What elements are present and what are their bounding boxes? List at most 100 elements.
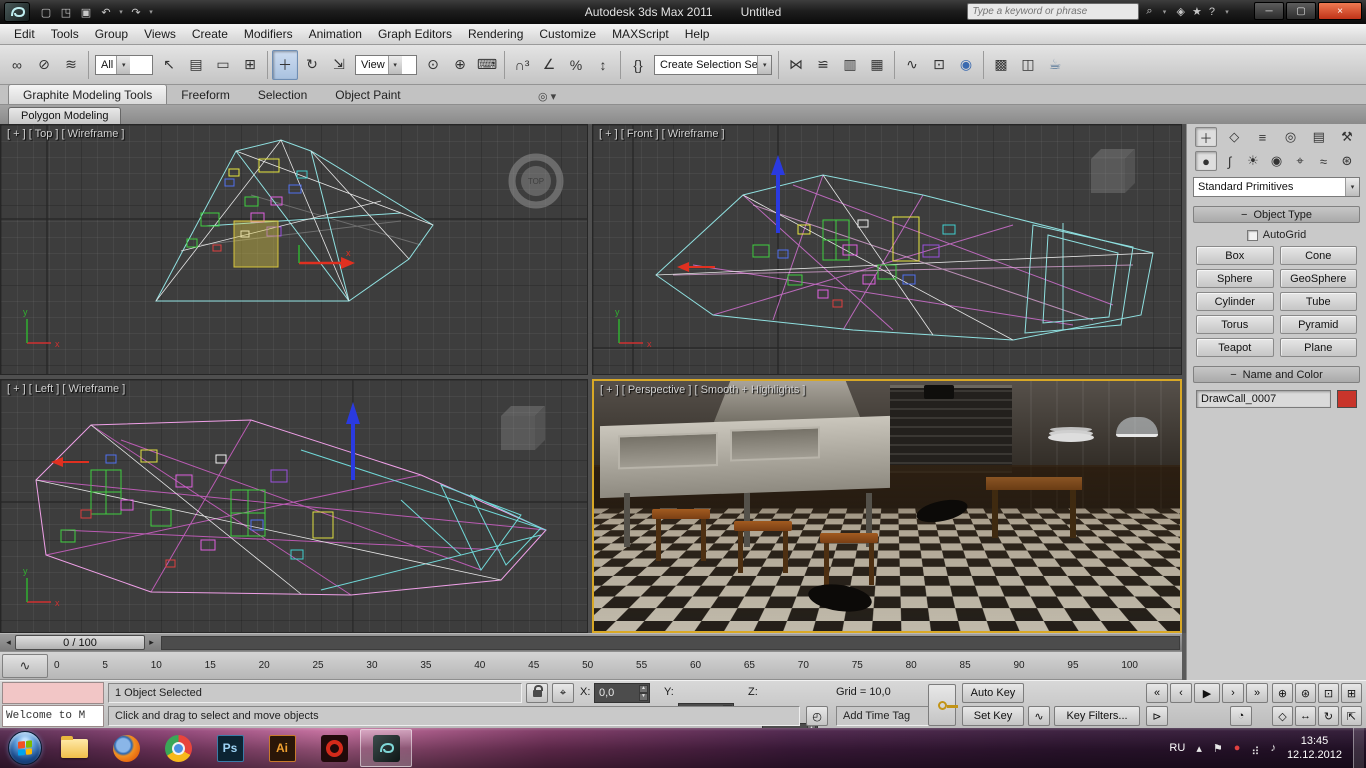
new-scene-button[interactable]: ▢ xyxy=(36,3,56,21)
viewcube-left[interactable] xyxy=(501,406,545,450)
select-and-manipulate-button[interactable]: ⊕ xyxy=(447,50,473,80)
time-slider-track[interactable] xyxy=(161,636,1180,650)
spinner-snap-button[interactable]: ↕ xyxy=(590,50,616,80)
maximize-viewport-toggle-button[interactable]: ⇱ xyxy=(1341,706,1362,726)
taskbar-illustrator[interactable]: Ai xyxy=(256,729,308,767)
object-type-button[interactable]: Sphere xyxy=(1196,269,1274,288)
time-tag-button[interactable]: ◴ xyxy=(806,706,828,726)
autogrid-checkbox[interactable] xyxy=(1247,230,1258,241)
display-tab[interactable]: ▤ xyxy=(1308,127,1330,147)
systems-category-button[interactable]: ⊛ xyxy=(1336,151,1358,171)
selection-lock-button[interactable] xyxy=(526,683,548,703)
lights-category-button[interactable]: ☀ xyxy=(1242,151,1264,171)
object-color-swatch[interactable] xyxy=(1337,390,1357,408)
object-type-button[interactable]: Cylinder xyxy=(1196,292,1274,311)
render-setup-button[interactable]: ▩ xyxy=(988,50,1014,80)
polygon-modeling-tab[interactable]: Polygon Modeling xyxy=(8,107,121,124)
create-tab[interactable]: ＋ xyxy=(1195,127,1217,147)
3dsmax-application-menu-button[interactable] xyxy=(4,2,30,22)
zoom-button[interactable]: ⊕ xyxy=(1272,683,1293,703)
viewport-left[interactable]: [ + ] [ Left ] [ Wireframe ] xyxy=(0,379,588,633)
minimize-button[interactable]: ─ xyxy=(1254,2,1284,20)
bind-to-space-warp-button[interactable]: ≋ xyxy=(58,50,84,80)
menu-item[interactable]: Rendering xyxy=(460,27,531,41)
select-and-scale-button[interactable]: ⇲ xyxy=(326,50,352,80)
use-pivot-point-center-button[interactable]: ⊙ xyxy=(420,50,446,80)
start-button[interactable] xyxy=(8,731,42,765)
zoom-all-button[interactable]: ⊛ xyxy=(1295,683,1316,703)
object-name-field[interactable]: DrawCall_0007 xyxy=(1196,390,1331,408)
redo-button[interactable]: ↷ xyxy=(126,3,146,21)
menu-item[interactable]: Animation xyxy=(301,27,370,41)
viewport-front[interactable]: [ + ] [ Front ] [ Wireframe ] xyxy=(592,124,1182,375)
selection-filter-dropdown[interactable]: All▾ xyxy=(95,55,153,75)
curve-editor-button[interactable]: ∿ xyxy=(899,50,925,80)
menu-item[interactable]: Create xyxy=(184,27,236,41)
menu-item[interactable]: Graph Editors xyxy=(370,27,460,41)
open-file-button[interactable]: ◳ xyxy=(56,3,76,21)
select-and-rotate-button[interactable]: ↻ xyxy=(299,50,325,80)
help-dropdown[interactable]: ▾ xyxy=(1222,8,1232,16)
viewport-top[interactable]: [ + ] [ Top ] [ Wireframe ] xyxy=(0,124,588,375)
menu-item[interactable]: Help xyxy=(677,27,718,41)
show-desktop-button[interactable] xyxy=(1353,728,1364,768)
object-type-button[interactable]: Cone xyxy=(1280,246,1358,265)
layer-manager-button[interactable]: ▥ xyxy=(837,50,863,80)
maximize-button[interactable]: ▢ xyxy=(1286,2,1316,20)
search-dropdown[interactable]: ▾ xyxy=(1160,8,1170,16)
search-icon[interactable]: ⌕ xyxy=(1146,5,1152,18)
graphite-ribbon-toggle-button[interactable]: ▦ xyxy=(864,50,890,80)
object-type-rollout-header[interactable]: − Object Type xyxy=(1193,206,1360,223)
percent-snap-button[interactable]: % xyxy=(563,50,589,80)
taskbar-firefox[interactable] xyxy=(100,729,152,767)
menu-item[interactable]: Customize xyxy=(531,27,604,41)
go-to-start-button[interactable]: « xyxy=(1146,683,1168,703)
help-icon[interactable]: ? xyxy=(1209,6,1215,18)
key-filters-button[interactable]: Key Filters... xyxy=(1054,706,1140,726)
auto-key-button[interactable]: Auto Key xyxy=(962,683,1024,703)
rendered-frame-window-button[interactable]: ◫ xyxy=(1015,50,1041,80)
viewcube-top[interactable]: TOP xyxy=(512,157,560,205)
next-frame-button[interactable]: ▸ xyxy=(145,635,158,650)
motion-tab[interactable]: ◎ xyxy=(1280,127,1302,147)
pan-view-button[interactable]: ↔ xyxy=(1295,706,1316,726)
material-editor-button[interactable]: ◉ xyxy=(953,50,979,80)
viewport-perspective-label[interactable]: [ + ] [ Perspective ] [ Smooth + Highlig… xyxy=(600,384,805,396)
ribbon-tab[interactable]: Object Paint xyxy=(321,85,414,104)
taskbar-explorer[interactable] xyxy=(48,729,100,767)
space-warps-category-button[interactable]: ≈ xyxy=(1313,151,1335,171)
reference-coordinate-system-dropdown[interactable]: View▾ xyxy=(355,55,417,75)
menu-item[interactable]: MAXScript xyxy=(604,27,677,41)
close-button[interactable]: × xyxy=(1318,2,1362,20)
viewport-perspective[interactable]: [ + ] [ Perspective ] [ Smooth + Highlig… xyxy=(592,379,1182,633)
tray-red-icon[interactable]: ● xyxy=(1234,742,1241,754)
chevron-down-icon[interactable]: ▾ xyxy=(1345,178,1359,196)
cameras-category-button[interactable]: ◉ xyxy=(1266,151,1288,171)
language-indicator[interactable]: RU xyxy=(1169,742,1185,754)
undo-button[interactable]: ↶ xyxy=(96,3,116,21)
menu-item[interactable]: Modifiers xyxy=(236,27,301,41)
object-type-button[interactable]: Box xyxy=(1196,246,1274,265)
action-center-icon[interactable]: ⚑ xyxy=(1213,742,1223,755)
hierarchy-tab[interactable]: ≡ xyxy=(1251,127,1273,147)
viewport-left-label[interactable]: [ + ] [ Left ] [ Wireframe ] xyxy=(7,383,125,395)
redo-dropdown[interactable]: ▾ xyxy=(146,8,156,16)
maxscript-mini-listener[interactable]: Welcome to M xyxy=(2,705,104,727)
network-icon[interactable]: ⣴ xyxy=(1251,742,1259,755)
schematic-view-button[interactable]: ⊡ xyxy=(926,50,952,80)
communication-center-icon[interactable]: ◈ xyxy=(1177,5,1185,18)
volume-icon[interactable]: ♪ xyxy=(1270,742,1276,754)
menu-item[interactable]: Group xyxy=(87,27,136,41)
render-production-button[interactable]: ☕ xyxy=(1042,50,1068,80)
mirror-button[interactable]: ⋈ xyxy=(783,50,809,80)
x-coordinate-field[interactable]: 0,0▲▼ xyxy=(594,683,650,703)
select-and-link-button[interactable]: ∞ xyxy=(4,50,30,80)
object-type-button[interactable]: Torus xyxy=(1196,315,1274,334)
next-frame-playback-button[interactable]: › xyxy=(1222,683,1244,703)
chevron-down-icon[interactable]: ▾ xyxy=(757,56,771,74)
object-type-button[interactable]: Plane xyxy=(1280,338,1358,357)
viewport-front-label[interactable]: [ + ] [ Front ] [ Wireframe ] xyxy=(599,128,725,140)
selection-region-button[interactable]: ▭ xyxy=(210,50,236,80)
edit-named-selection-sets-button[interactable]: {} xyxy=(625,50,651,80)
viewcube-front[interactable] xyxy=(1091,149,1135,193)
